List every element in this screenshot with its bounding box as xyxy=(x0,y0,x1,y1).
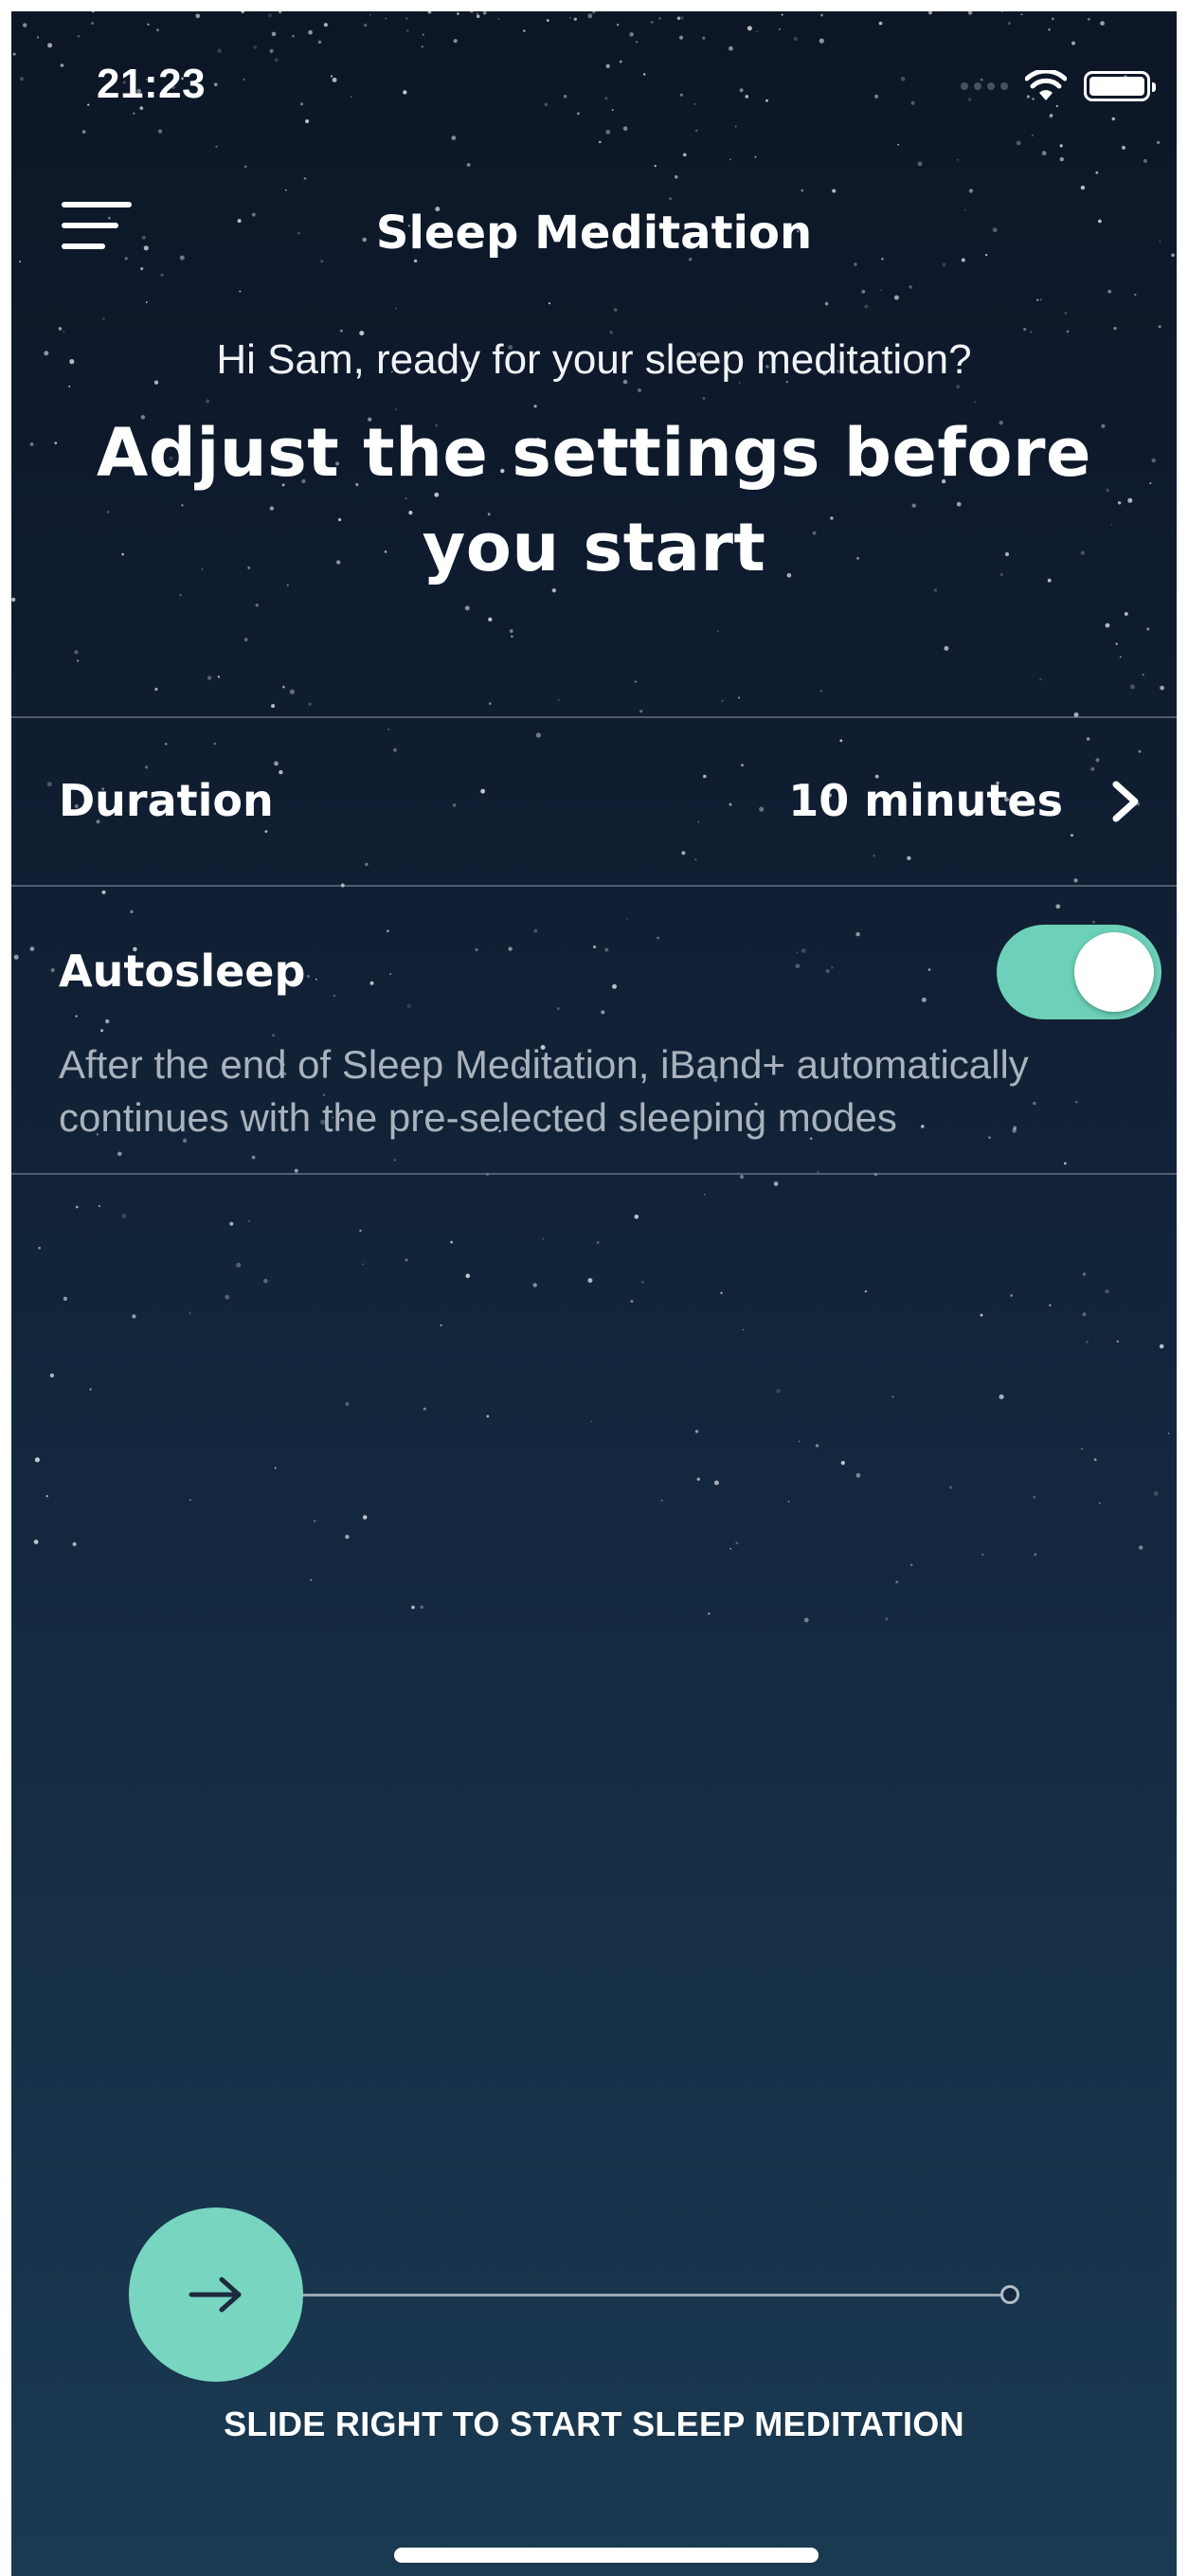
home-indicator[interactable] xyxy=(394,2548,819,2563)
arrow-right-icon xyxy=(189,2277,242,2313)
starfield-background xyxy=(11,11,1175,1623)
duration-label: Duration xyxy=(59,775,274,826)
autosleep-setting-row: Autosleep After the end of Sleep Meditat… xyxy=(11,887,1177,1175)
duration-setting-row[interactable]: Duration 10 minutes xyxy=(11,718,1177,885)
chevron-right-icon xyxy=(1112,781,1139,822)
autosleep-toggle[interactable] xyxy=(997,925,1161,1019)
autosleep-description: After the end of Sleep Meditation, iBand… xyxy=(59,1042,1029,1140)
cellular-signal-icon xyxy=(961,82,1008,90)
toggle-knob xyxy=(1074,932,1154,1012)
status-time: 21:23 xyxy=(97,61,207,107)
status-icons xyxy=(961,70,1156,102)
slide-to-start-slider[interactable] xyxy=(129,2207,1019,2382)
slider-end-marker xyxy=(1000,2285,1019,2304)
battery-icon xyxy=(1084,71,1156,101)
slider-instruction: SLIDE RIGHT TO START SLEEP MEDITATION xyxy=(224,2405,964,2443)
page-title: Sleep Meditation xyxy=(375,207,813,260)
slider-track xyxy=(299,2294,1002,2297)
duration-value: 10 minutes xyxy=(788,775,1063,826)
sleep-meditation-screen: 21:23 Sleep Meditation Hi Sam, ready for… xyxy=(11,11,1177,2576)
slider-handle[interactable] xyxy=(129,2207,303,2382)
headline: Adjust the settings before you start xyxy=(97,414,1091,586)
wifi-icon xyxy=(1025,70,1067,100)
divider xyxy=(11,1173,1177,1175)
autosleep-label: Autosleep xyxy=(59,946,306,997)
greeting-text: Hi Sam, ready for your sleep meditation? xyxy=(216,336,972,383)
